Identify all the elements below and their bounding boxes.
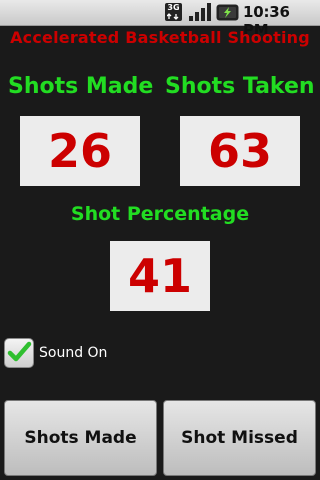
app-screen: 3G 10:36 PM Accelerated Basketball Shoot…: [0, 0, 320, 480]
network-3g-icon: 3G: [165, 3, 182, 21]
shot-percentage-value: 41: [110, 241, 210, 311]
signal-strength-icon: [189, 3, 211, 21]
shot-missed-button[interactable]: Shot Missed: [163, 400, 316, 476]
shot-percentage-label: Shot Percentage: [70, 203, 250, 225]
shots-taken-label: Shots Taken: [165, 74, 315, 99]
shots-made-value: 26: [20, 116, 140, 186]
checkmark-icon: [7, 341, 32, 362]
shots-made-button[interactable]: Shots Made: [4, 400, 157, 476]
shots-taken-value: 63: [180, 116, 300, 186]
battery-charging-icon: [216, 4, 239, 21]
sound-checkbox-label: Sound On: [39, 345, 108, 361]
app-title: Accelerated Basketball Shooting: [10, 28, 310, 47]
sound-checkbox[interactable]: [4, 338, 34, 368]
shots-made-label: Shots Made: [8, 74, 154, 99]
sound-toggle-row[interactable]: Sound On: [4, 337, 107, 369]
status-bar: 3G 10:36 PM: [0, 0, 320, 39]
network-label: 3G: [167, 3, 180, 12]
